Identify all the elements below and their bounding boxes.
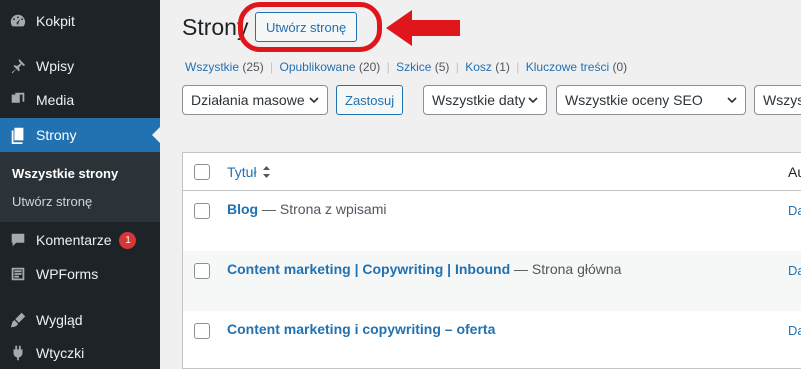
table-header: Tytuł Au <box>183 153 801 191</box>
view-published-link[interactable]: Opublikowane <box>280 60 356 74</box>
select-all-checkbox[interactable] <box>194 164 210 180</box>
separator: | <box>270 60 274 74</box>
forms-icon <box>8 264 28 284</box>
view-drafts-count: (5) <box>434 60 450 74</box>
view-trash-count: (1) <box>495 60 510 74</box>
view-all-link[interactable]: Wszystkie <box>185 60 239 74</box>
post-state: — Strona z wpisami <box>258 201 387 217</box>
pages-icon <box>8 125 28 145</box>
view-cornerstone-count: (0) <box>612 60 628 74</box>
chevron-down-icon <box>727 97 737 104</box>
view-trash-link[interactable]: Kosz <box>465 60 492 74</box>
dashboard-icon <box>8 11 28 31</box>
main-content: Strony Utwórz stronę Wszystkie (25) | Op… <box>160 0 801 369</box>
sidebar-item-wtyczki[interactable]: Wtyczki <box>0 336 160 369</box>
sidebar-item-label: Komentarze <box>36 232 112 248</box>
page-title-link[interactable]: Content marketing | Copywriting | Inboun… <box>227 261 510 277</box>
view-filter-links: Wszystkie (25) | Opublikowane (20) | Szk… <box>185 60 627 74</box>
seo-score-select[interactable]: Wszystkie oceny SEO <box>556 85 746 115</box>
apply-bulk-button[interactable]: Zastosuj <box>336 85 404 115</box>
sidebar-item-label: Strony <box>36 127 77 143</box>
row-title: Content marketing | Copywriting | Inboun… <box>227 261 621 277</box>
readability-value: Wszys <box>763 92 801 108</box>
row-checkbox[interactable] <box>194 263 210 279</box>
plugin-icon <box>8 343 28 363</box>
sidebar-item-komentarze[interactable]: Komentarze 1 <box>0 223 160 257</box>
highlight-ring <box>238 2 382 52</box>
sidebar-item-label: Media <box>36 92 75 108</box>
row-checkbox[interactable] <box>194 323 210 339</box>
sidebar-item-label: WPForms <box>36 266 99 282</box>
sidebar-item-label: Wygląd <box>36 312 83 328</box>
date-filter-value: Wszystkie daty <box>432 92 526 108</box>
sidebar-item-label: Wpisy <box>36 58 75 74</box>
sidebar-item-strony[interactable]: Strony <box>0 118 160 152</box>
table-row: Blog — Strona z wpisami Da <box>183 191 801 251</box>
pages-submenu: Wszystkie strony Utwórz stronę <box>0 152 160 222</box>
pages-table: Tytuł Au Blog — Strona z wpisami Da Cont… <box>182 152 801 369</box>
row-author-link[interactable]: Da <box>788 263 801 278</box>
separator: | <box>455 60 459 74</box>
sort-icon <box>262 166 270 178</box>
page-title-link[interactable]: Content marketing i copywriting – oferta <box>227 321 495 337</box>
bulk-action-select[interactable]: Działania masowe <box>182 85 328 115</box>
row-author-link[interactable]: Da <box>788 203 801 218</box>
post-state: — Strona główna <box>510 261 622 277</box>
view-published-count: (20) <box>358 60 381 74</box>
admin-sidebar: Kokpit Wpisy Media Strony Wszystkie stro… <box>0 0 160 369</box>
view-drafts-link[interactable]: Szkice <box>396 60 431 74</box>
row-author-link[interactable]: Da <box>788 323 801 338</box>
table-row: Content marketing | Copywriting | Inboun… <box>183 251 801 311</box>
row-title: Content marketing i copywriting – oferta <box>227 321 495 337</box>
chevron-down-icon <box>528 97 538 104</box>
view-all-count: (25) <box>242 60 264 74</box>
sidebar-item-wpisy[interactable]: Wpisy <box>0 49 160 83</box>
seo-score-value: Wszystkie oceny SEO <box>565 92 703 108</box>
sidebar-item-media[interactable]: Media <box>0 83 160 117</box>
table-row: Content marketing i copywriting – oferta… <box>183 311 801 369</box>
red-arrow-icon <box>386 10 460 46</box>
comment-count-badge: 1 <box>119 231 137 249</box>
bulk-action-value: Działania masowe <box>191 92 305 108</box>
brush-icon <box>8 310 28 330</box>
separator: | <box>386 60 390 74</box>
separator: | <box>516 60 520 74</box>
chevron-down-icon <box>309 97 319 104</box>
sidebar-item-kokpit[interactable]: Kokpit <box>0 4 160 38</box>
sidebar-item-wyglad[interactable]: Wygląd <box>0 303 160 337</box>
submenu-item-all-pages[interactable]: Wszystkie strony <box>12 166 118 181</box>
column-title-label: Tytuł <box>227 164 257 180</box>
row-title: Blog — Strona z wpisami <box>227 201 386 217</box>
row-checkbox[interactable] <box>194 203 210 219</box>
sidebar-item-label: Wtyczki <box>36 345 85 361</box>
column-author-header[interactable]: Au <box>788 164 801 180</box>
pin-icon <box>8 56 28 76</box>
submenu-item-add-page[interactable]: Utwórz stronę <box>12 194 92 209</box>
sidebar-item-wpforms[interactable]: WPForms <box>0 257 160 291</box>
sidebar-item-label: Kokpit <box>36 13 75 29</box>
view-cornerstone-link[interactable]: Kluczowe treści <box>526 60 609 74</box>
page-title-link[interactable]: Blog <box>227 201 258 217</box>
media-icon <box>8 90 28 110</box>
comment-icon <box>8 230 28 250</box>
date-filter-select[interactable]: Wszystkie daty <box>423 85 547 115</box>
readability-select[interactable]: Wszys <box>754 85 801 115</box>
column-title-header[interactable]: Tytuł <box>227 164 271 180</box>
